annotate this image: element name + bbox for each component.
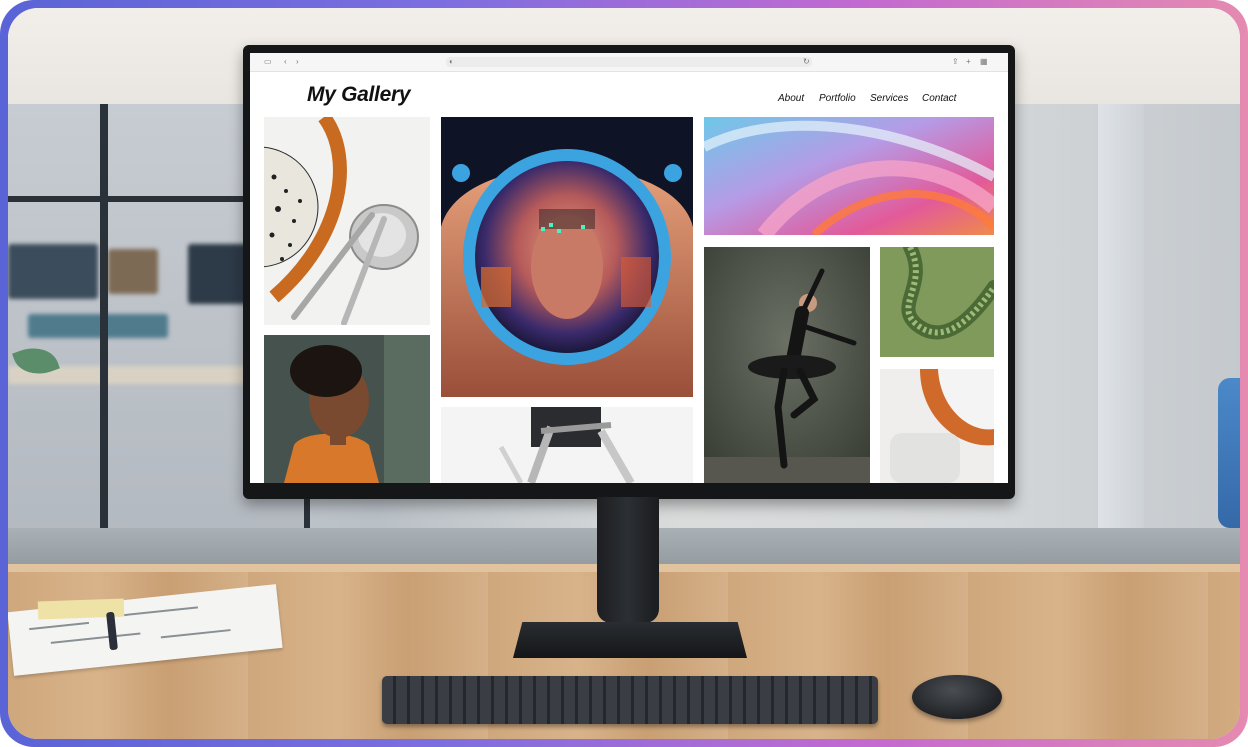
image-frame: ▭ ‹ › ◐ ↻ ⇪ + ▦ My Gallery About Portfol…	[0, 0, 1248, 747]
nav-about-link[interactable]: About	[778, 93, 804, 104]
share-icon[interactable]: ⇪	[952, 56, 959, 68]
mouse	[912, 675, 1002, 719]
new-tab-icon[interactable]: +	[966, 56, 971, 68]
ballerina-tile[interactable]	[704, 247, 870, 483]
forward-icon[interactable]: ›	[296, 56, 299, 68]
nav-services-link[interactable]: Services	[870, 93, 908, 104]
blurred-screen	[188, 244, 248, 304]
address-bar[interactable]	[446, 57, 812, 67]
site-title: My Gallery	[307, 83, 411, 106]
cutlery-tile[interactable]	[264, 117, 430, 325]
monitor-screen: ▭ ‹ › ◐ ↻ ⇪ + ▦ My Gallery About Portfol…	[250, 53, 1008, 483]
nav-contact-link[interactable]: Contact	[922, 93, 956, 104]
shield-icon: ◐	[449, 57, 454, 66]
monitor-stand-neck	[597, 497, 659, 623]
back-icon[interactable]: ‹	[284, 56, 287, 68]
reload-icon[interactable]: ↻	[803, 56, 810, 68]
window-frame	[100, 104, 108, 564]
nav-portfolio-link[interactable]: Portfolio	[819, 93, 856, 104]
abstract-rings-tile[interactable]	[704, 117, 994, 235]
pillar	[1098, 104, 1144, 574]
blurred-object	[108, 249, 158, 294]
blurred-screen	[8, 244, 98, 299]
monitor: ▭ ‹ › ◐ ↻ ⇪ + ▦ My Gallery About Portfol…	[243, 45, 1015, 499]
green-ribbon-tile[interactable]	[880, 247, 994, 357]
browser-toolbar: ▭ ‹ › ◐ ↻ ⇪ + ▦	[250, 53, 1008, 72]
astronaut-tile[interactable]	[441, 117, 693, 397]
blurred-object	[28, 314, 168, 338]
monitor-stand-base	[513, 622, 747, 658]
orange-curve-tile[interactable]	[880, 369, 994, 483]
portrait-tile[interactable]	[264, 335, 430, 483]
keyboard	[382, 676, 878, 724]
sidebar-icon[interactable]: ▭	[264, 56, 272, 68]
tabs-overview-icon[interactable]: ▦	[980, 56, 988, 68]
silver-chair-tile[interactable]	[441, 407, 693, 483]
blue-chair	[1218, 378, 1240, 528]
